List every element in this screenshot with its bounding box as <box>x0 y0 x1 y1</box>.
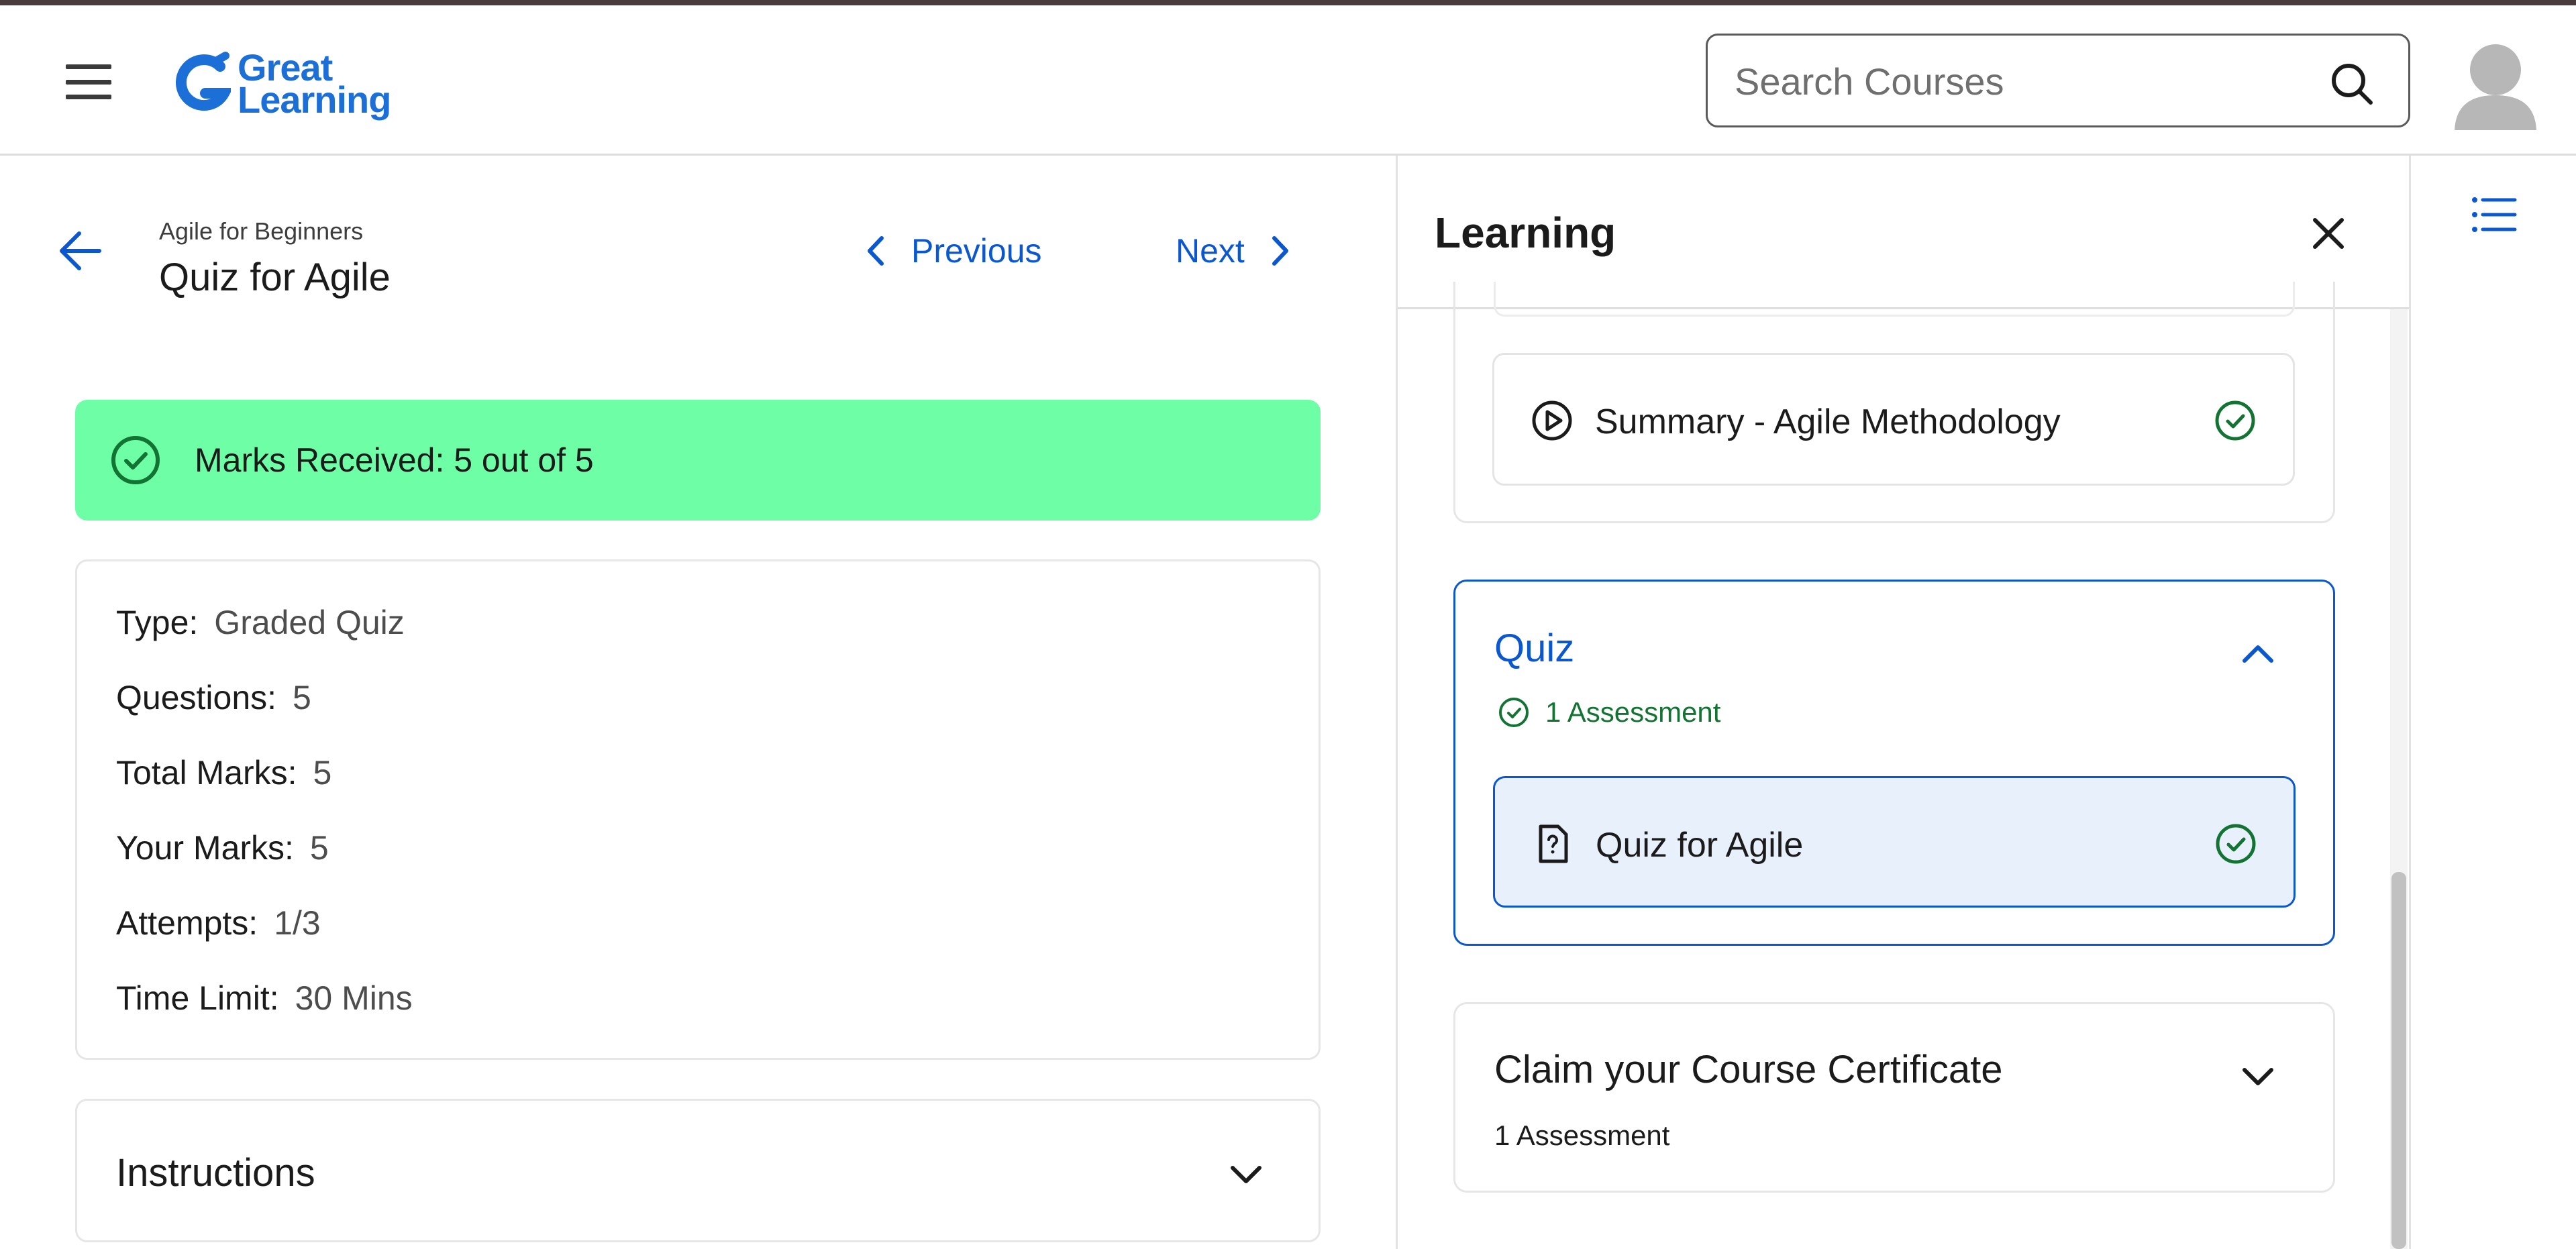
great-learning-logo[interactable]: Great Learning <box>176 47 391 121</box>
certificate-section[interactable]: Claim your Course Certificate 1 Assessme… <box>1453 1002 2335 1193</box>
check-circle-icon <box>2215 400 2255 441</box>
certificate-section-meta: 1 Assessment <box>1494 1120 1670 1151</box>
quiz-section-meta: 1 Assessment <box>1497 696 1720 729</box>
chevron-left-icon <box>868 236 884 266</box>
search-icon[interactable] <box>2329 61 2375 107</box>
search-box <box>1706 34 2410 127</box>
course-name: Agile for Beginners <box>159 217 364 245</box>
info-row-time-limit: Time Limit: 30 Mins <box>116 979 413 1017</box>
chevron-up-icon[interactable] <box>2238 634 2278 674</box>
info-row-total-marks: Total Marks: 5 <box>116 754 332 792</box>
instructions-accordion[interactable]: Instructions <box>75 1099 1321 1242</box>
next-button[interactable]: Next <box>1176 229 1292 272</box>
list-icon[interactable] <box>2471 195 2518 235</box>
check-circle-icon <box>1499 698 1529 727</box>
info-row-questions: Questions: 5 <box>116 679 311 716</box>
quiz-info-card: Type: Graded Quiz Questions: 5 Total Marks… <box>75 559 1321 1060</box>
next-label: Next <box>1176 232 1245 270</box>
panel-divider <box>1396 156 1398 1249</box>
check-circle-icon <box>2216 824 2256 864</box>
instructions-title: Instructions <box>116 1151 315 1195</box>
top-header: Great Learning <box>0 5 2576 156</box>
chevron-down-icon <box>2243 1068 2273 1085</box>
page-title: Quiz for Agile <box>159 256 391 299</box>
window-top-strip <box>0 0 2576 5</box>
chevron-right-icon <box>1272 236 1288 266</box>
marks-received-text: Marks Received: 5 out of 5 <box>195 441 594 479</box>
quiz-section-title[interactable]: Quiz <box>1494 626 1574 671</box>
info-row-attempts: Attempts: 1/3 <box>116 904 321 942</box>
panel-divider-right <box>2409 156 2411 1249</box>
previous-label: Previous <box>911 232 1042 270</box>
chevron-down-icon <box>1231 1166 1261 1183</box>
check-circle-icon <box>111 436 160 484</box>
marks-received-banner: Marks Received: 5 out of 5 <box>75 400 1321 521</box>
logo-g-icon <box>176 52 231 111</box>
previous-item-edge <box>1494 282 2295 317</box>
logo-text: Great Learning <box>238 46 391 121</box>
quiz-file-icon <box>1539 824 1568 863</box>
info-row-your-marks: Your Marks: 5 <box>116 829 329 867</box>
play-circle-icon <box>1532 400 1572 441</box>
certificate-section-title: Claim your Course Certificate <box>1494 1048 2003 1091</box>
avatar[interactable] <box>2453 39 2538 130</box>
back-arrow-icon[interactable] <box>58 228 103 274</box>
item-label: Quiz for Agile <box>1596 826 1804 865</box>
search-input[interactable] <box>1735 56 2312 107</box>
info-row-type: Type: Graded Quiz <box>116 604 405 641</box>
quiz-section: Quiz 1 Assessment Quiz for Agile <box>1453 580 2335 946</box>
list-item-summary[interactable]: Summary - Agile Methodology <box>1492 353 2295 486</box>
menu-icon[interactable] <box>66 64 111 99</box>
scrollbar-thumb[interactable] <box>2391 872 2406 1249</box>
previous-button[interactable]: Previous <box>864 229 1042 272</box>
list-item-quiz-for-agile[interactable]: Quiz for Agile <box>1493 776 2296 908</box>
close-icon[interactable] <box>2308 213 2349 254</box>
learning-panel-title: Learning <box>1435 209 1616 257</box>
item-label: Summary - Agile Methodology <box>1595 402 2061 441</box>
